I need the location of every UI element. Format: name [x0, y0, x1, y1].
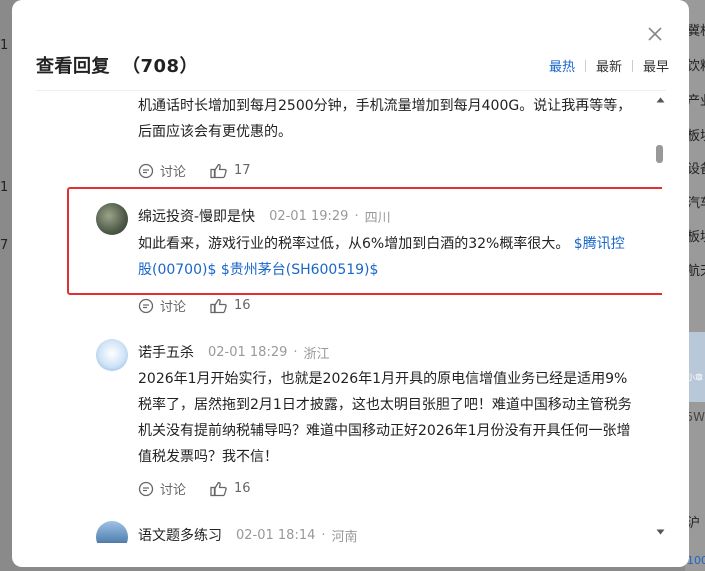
sort-tab-oldest[interactable]: 最早: [643, 56, 669, 75]
comment-text: 机通话时长增加到每月2500分钟，手机流量增加到每月400G。说让我再等等，后面…: [138, 98, 632, 140]
comment-location: 四川: [364, 210, 391, 226]
sort-tab-newest[interactable]: 最新: [596, 56, 622, 75]
bg-text: 设备: [687, 162, 705, 177]
replies-modal: 查看回复 （708） 最热 最新 最早 机通话时长增加到每月2500分钟，手机流量…: [12, 0, 689, 567]
discuss-button[interactable]: 讨论: [138, 479, 186, 498]
divider: [584, 59, 586, 72]
discuss-label: 讨论: [160, 300, 187, 315]
scroll-down-icon[interactable]: [656, 528, 665, 536]
comment-actions: 讨论 17: [138, 161, 251, 180]
discuss-label: 讨论: [160, 165, 187, 180]
bg-text: 板块: [687, 230, 705, 245]
like-count: 17: [234, 163, 251, 178]
bg-text: 产业: [687, 94, 705, 109]
comment-text: 如此看来，游戏行业的税率过低，从6%增加到白酒的32%概率很大。 $腾讯控股(0…: [138, 231, 638, 283]
discuss-icon: [138, 163, 154, 178]
bg-avatar-label: 小章: [687, 373, 703, 382]
like-button[interactable]: 16: [210, 298, 251, 314]
comment-time: 02-01 19:29: [269, 208, 349, 224]
username[interactable]: 绵远投资-慢即是快: [138, 206, 255, 226]
comment-actions: 讨论 16: [138, 479, 251, 498]
thumbs-up-icon: [210, 298, 227, 313]
like-button[interactable]: 17: [210, 163, 251, 179]
like-count: 16: [234, 298, 251, 313]
bg-text: 板块: [687, 129, 705, 144]
comment-meta: 诺手五杀 02-01 18:29 · 浙江: [138, 342, 330, 362]
comment-location: 河南: [331, 529, 358, 544]
close-button[interactable]: [645, 24, 665, 44]
thumbs-up-icon: [210, 163, 227, 178]
discuss-icon: [138, 298, 154, 313]
discuss-icon: [138, 481, 154, 496]
bg-text: 100分钟: [687, 554, 705, 567]
bg-text: 冀机: [687, 24, 705, 39]
modal-title: 查看回复 （708）: [36, 52, 198, 78]
divider: [631, 59, 633, 72]
like-count: 16: [234, 481, 251, 496]
comment-time: 02-01 18:14: [236, 527, 316, 543]
stock-link-moutai[interactable]: $贵州茅台(SH600519)$: [221, 262, 379, 278]
discuss-button[interactable]: 讨论: [138, 161, 186, 180]
bg-left-text: 1: [0, 180, 9, 195]
bg-left-text: 7: [0, 238, 9, 253]
avatar[interactable]: [96, 521, 128, 543]
comment-meta: 绵远投资-慢即是快 02-01 19:29 · 四川: [138, 206, 391, 226]
separator-dot: ·: [354, 208, 359, 224]
avatar[interactable]: [96, 203, 128, 235]
thumbs-up-icon: [210, 481, 227, 496]
comment-text: 2026年1月开始实行，也就是2026年1月开具的原电信增值业务已经是适用9%税…: [138, 371, 632, 465]
bg-text: 饮料: [687, 59, 705, 74]
like-button[interactable]: 16: [210, 481, 251, 497]
separator-dot: ·: [293, 344, 298, 360]
sort-tab-hot[interactable]: 最热: [549, 56, 575, 75]
comment-location: 浙江: [303, 346, 330, 362]
discuss-button[interactable]: 讨论: [138, 296, 186, 315]
discuss-label: 讨论: [160, 483, 187, 498]
comment-time: 02-01 18:29: [208, 344, 288, 360]
bg-text: 汽车: [687, 196, 705, 211]
comment-meta: 语文题多练习 02-01 18:14 · 河南: [138, 525, 358, 544]
username[interactable]: 语文题多练习: [138, 525, 222, 543]
bg-left-text: 1: [0, 38, 9, 53]
reply-list[interactable]: 机通话时长增加到每月2500分钟，手机流量增加到每月400G。说让我再等等，后面…: [12, 91, 662, 543]
scroll-up-icon[interactable]: [656, 96, 665, 104]
comment-actions: 讨论 16: [138, 296, 251, 315]
bg-text: 沪: [687, 516, 701, 531]
close-icon: [648, 27, 662, 41]
sort-tabs: 最热 最新 最早: [549, 56, 669, 75]
comment-text-plain: 如此看来，游戏行业的税率过低，从6%增加到白酒的32%概率很大。: [138, 236, 570, 252]
reply-count: （708）: [122, 56, 199, 77]
bg-text: 航天: [687, 264, 705, 279]
modal-title-text: 查看回复: [36, 56, 110, 77]
scrollbar-thumb[interactable]: [656, 145, 663, 163]
separator-dot: ·: [321, 527, 326, 543]
username[interactable]: 诺手五杀: [138, 342, 194, 362]
avatar[interactable]: [96, 339, 128, 371]
